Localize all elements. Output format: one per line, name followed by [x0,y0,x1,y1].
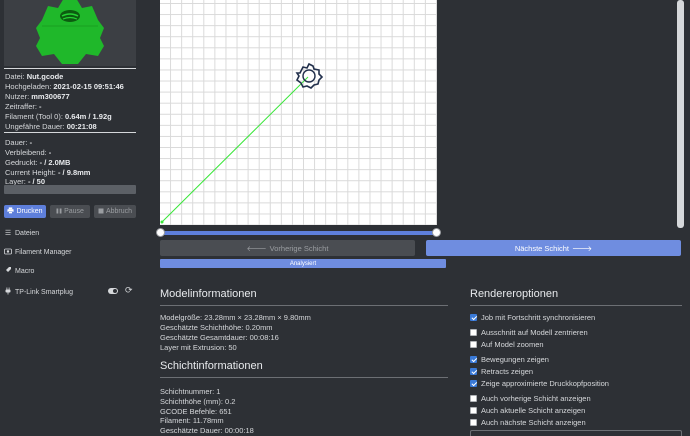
pause-button-label: Pause [64,208,84,215]
layer-duration-line: Geschätzte Dauer: 00:00:18 [160,426,254,435]
filament-length-line: Filament: 11.78mm [160,416,224,425]
next-layer-label: Nächste Schicht [514,243,570,253]
option-label: Zeige approximierte Druckkopfposition [481,379,609,388]
printed-line: Gedruckt: - / 2.0MB [5,158,71,167]
option-label: Auch vorherige Schicht anzeigen [481,394,591,403]
layer-slider[interactable] [160,231,437,235]
gcode-viewer-canvas[interactable] [160,0,437,225]
model-size-line: Modelgröße: 23.28mm × 23.28mm × 9.80mm [160,313,311,322]
analysis-progress-bar: Analysiert [160,259,446,268]
option-label: Job mit Fortschritt synchronisieren [481,313,596,322]
model-thumbnail [4,0,136,66]
layer-height-line: Geschätzte Schichthöhe: 0.20mm [160,323,273,332]
layer-number-line: Schichtnummer: 1 [160,387,221,396]
arrow-right-icon: 🡒 [572,243,593,253]
option-show-moves[interactable]: Bewegungen zeigen [470,355,549,364]
print-button[interactable]: Drucken [4,205,46,218]
option-center-model[interactable]: Ausschnitt auf Modell zentrieren [470,328,588,337]
list-icon: ☰ [4,230,12,237]
checkbox[interactable] [470,407,477,414]
timelapse-line: Zeitraffer: - [5,102,42,111]
cancel-button[interactable]: Abbruch [94,205,136,218]
sidebar-item-smartplug[interactable]: TP-Link Smartplug [4,287,73,297]
extrusion-layers-line: Layer mit Extrusion: 50 [160,343,237,352]
refresh-icon[interactable]: ⟳ [125,285,133,296]
divider [4,68,136,69]
model-info-title: Modelinformationen [160,288,257,300]
option-sync-progress[interactable]: Job mit Fortschritt synchronisieren [470,313,595,322]
remaining-line: Verbleibend: - [5,148,52,157]
arrow-left-icon: 🡐 [246,243,267,253]
checkbox[interactable] [470,314,477,321]
divider [4,132,136,133]
sidebar-item-label: Dateien [15,229,40,237]
divider [160,305,448,306]
sidebar-item-files[interactable]: ☰ Dateien [4,229,40,238]
pause-icon [56,208,62,216]
divider [470,305,682,306]
checkbox[interactable] [470,356,477,363]
smartplug-toggle[interactable] [108,288,118,294]
total-duration-line: Geschätzte Gesamtdauer: 00:08:16 [160,333,279,342]
sidebar: Datei: Nut.gcode Hochgeladen: 2021-02-15… [0,0,140,436]
cancel-button-label: Abbruch [105,208,133,215]
print-progress-bar [4,185,136,194]
analysed-label: Analysiert [289,260,317,267]
printer-icon [7,207,15,216]
print-button-label: Drucken [16,208,43,215]
duration-line: Dauer: - [5,138,33,147]
option-label: Auch nächste Schicht anzeigen [481,418,586,427]
sidebar-item-filament-manager[interactable]: Filament Manager [4,248,71,257]
previous-layer-button[interactable]: 🡐 Vorherige Schicht [160,240,415,256]
pause-button[interactable]: Pause [50,205,90,218]
previous-layer-label: Vorherige Schicht [269,243,329,253]
file-name-line: Datei: Nut.gcode [5,72,64,81]
filament-line: Filament (Tool 0): 0.64m / 1.92g [5,112,112,121]
stop-icon [98,208,104,216]
current-height-line: Current Height: - / 9.8mm [5,168,91,177]
user-line: Nutzer: mm300677 [5,92,70,101]
sidebar-item-label: Filament Manager [15,249,72,256]
sidebar-item-macro[interactable]: Macro [4,266,34,276]
travel-move-line [160,76,309,224]
rocket-icon [4,266,12,276]
option-show-previous-layer[interactable]: Auch vorherige Schicht anzeigen [470,394,591,403]
option-label: Retracts zeigen [481,367,534,376]
divider [160,377,448,378]
spool-icon [4,248,12,257]
option-show-current-layer[interactable]: Auch aktuelle Schicht anzeigen [470,406,585,415]
estimated-time-line: Ungefähre Dauer: 00:21:08 [5,122,97,131]
option-label: Auch aktuelle Schicht anzeigen [481,406,586,415]
option-label: Ausschnitt auf Modell zentrieren [481,328,588,337]
layer-info-title: Schichtinformationen [160,360,263,372]
layer-select-box[interactable] [470,430,682,436]
scrollbar-thumb[interactable] [677,0,684,228]
layer-slider-end-handle[interactable] [432,228,441,237]
option-label: Bewegungen zeigen [481,355,549,364]
gcode-commands-line: GCODE Befehle: 651 [160,407,232,416]
option-label: Auf Model zoomen [481,340,544,349]
checkbox[interactable] [470,368,477,375]
next-layer-button[interactable]: Nächste Schicht 🡒 [426,240,681,256]
layer-height-mm-line: Schichthöhe (mm): 0.2 [160,397,236,406]
render-options-title: Rendereroptionen [470,288,559,300]
plug-icon [4,287,12,297]
sidebar-item-label: TP-Link Smartplug [15,288,73,296]
print-head-marker [160,220,164,224]
checkbox[interactable] [470,329,477,336]
option-show-retracts[interactable]: Retracts zeigen [470,367,533,376]
checkbox[interactable] [470,419,477,426]
option-show-head-position[interactable]: Zeige approximierte Druckkopfposition [470,379,609,388]
checkbox[interactable] [470,380,477,387]
layer-slider-start-handle[interactable] [156,228,165,237]
option-show-next-layer[interactable]: Auch nächste Schicht anzeigen [470,418,586,427]
uploaded-line: Hochgeladen: 2021-02-15 09:51:46 [5,82,124,91]
checkbox[interactable] [470,341,477,348]
option-zoom-model[interactable]: Auf Model zoomen [470,340,544,349]
checkbox[interactable] [470,395,477,402]
sidebar-item-label: Macro [15,267,35,275]
